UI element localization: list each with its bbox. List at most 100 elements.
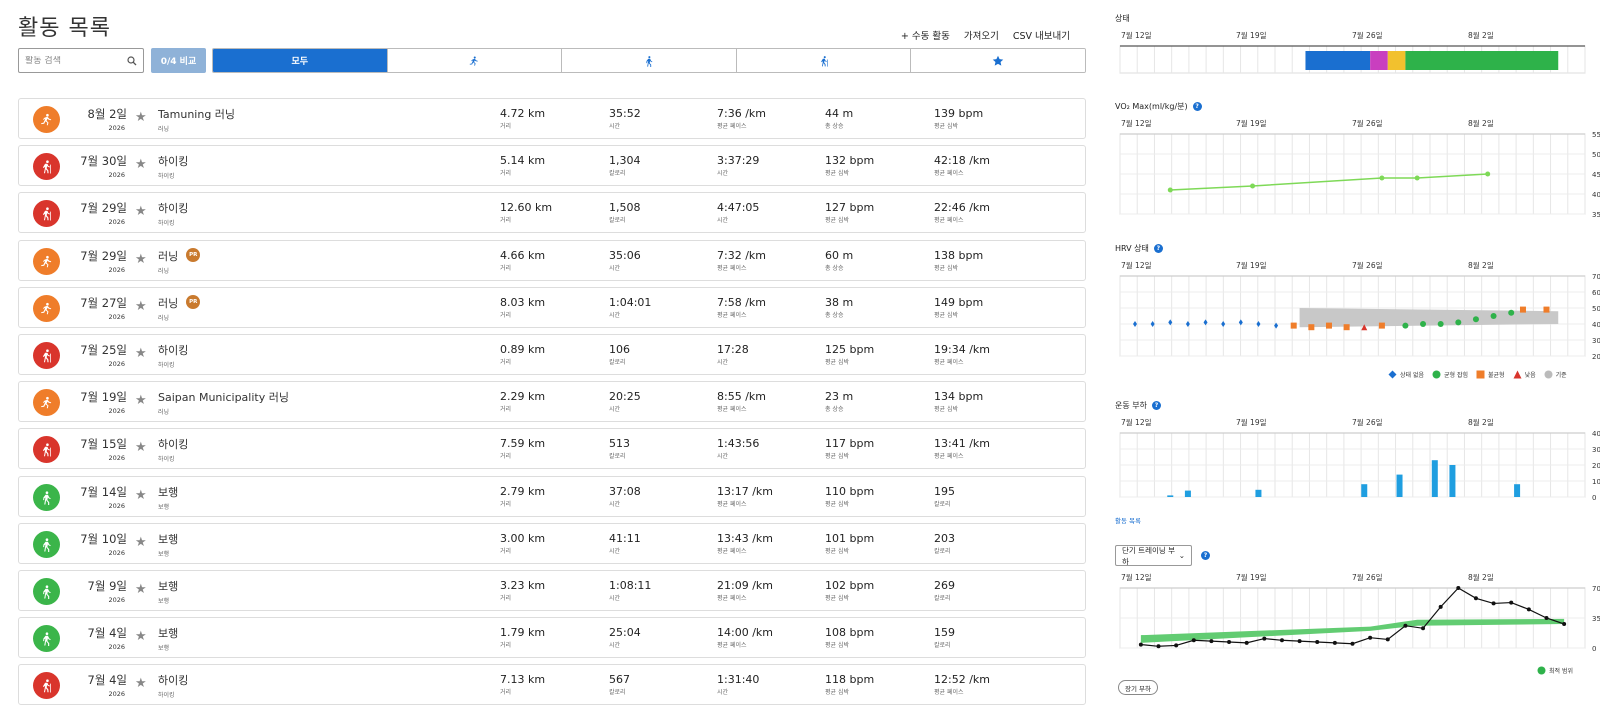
activity-row[interactable]: 7월 15일 2026 ★ 하이킹 하이킹 7.59 km 거리 513 칼로리 1:43:56 시…: [18, 428, 1086, 470]
metric-label: 평균 심박: [934, 311, 958, 319]
activity-name[interactable]: 하이킹: [158, 342, 188, 358]
activity-row[interactable]: 7월 25일 2026 ★ 하이킹 하이킹 0.89 km 거리 106 칼로리 17:28 시간 1…: [18, 333, 1086, 375]
tab-walking[interactable]: [562, 49, 737, 72]
activity-name[interactable]: 보행: [158, 484, 178, 500]
activity-name[interactable]: Saipan Municipality 러닝: [158, 389, 289, 405]
walking-activity-icon: [33, 577, 60, 605]
activity-row[interactable]: 7월 30일 2026 ★ 하이킹 하이킹 5.14 km 거리 1,304 칼로리 3:37:2…: [18, 145, 1086, 187]
acute-load-dropdown[interactable]: 단기 트레이닝 부하 ⌄: [1115, 545, 1192, 566]
activity-list-link[interactable]: 활동 목록: [1115, 515, 1141, 525]
favorite-star-icon[interactable]: ★: [135, 253, 147, 266]
metric: 35:06 시간: [609, 249, 641, 272]
acute-load-point: [1544, 616, 1549, 620]
tab-running[interactable]: [387, 49, 563, 72]
activity-row[interactable]: 7월 27일 2026 ★ 러닝 PR 러닝 8.03 km 거리 1:04:01 시간 7:58 …: [18, 286, 1086, 328]
favorite-star-icon[interactable]: ★: [135, 583, 147, 596]
activity-name[interactable]: 러닝 PR: [158, 247, 201, 264]
activity-type-label: 러닝: [158, 126, 170, 133]
help-icon[interactable]: ?: [1151, 401, 1161, 410]
metric-label: 평균 심박: [825, 594, 849, 602]
activity-name[interactable]: 러닝 PR: [158, 294, 201, 311]
metric-label: 거리: [500, 500, 512, 508]
favorite-star-icon[interactable]: ★: [135, 394, 147, 407]
running-activity-icon: [33, 247, 60, 275]
activity-row[interactable]: 7월 4일 2026 ★ 보행 보행 1.79 km 거리 25:04 시간 14:00 /km 평…: [18, 617, 1086, 659]
activity-name-text: 보행: [158, 485, 179, 499]
favorite-star-icon[interactable]: ★: [135, 205, 147, 218]
metric-value: 1:31:40: [717, 673, 760, 687]
activity-row[interactable]: 7월 29일 2026 ★ 하이킹 하이킹 12.60 km 거리 1,508 칼로리 4:47:…: [18, 192, 1086, 234]
compare-button[interactable]: 0/4 비교: [151, 48, 206, 73]
acute-load-point: [1279, 638, 1284, 643]
activity-name[interactable]: 보행: [158, 625, 178, 641]
activity-year: 2026: [108, 595, 125, 604]
activity-date: 7월 30일: [80, 154, 127, 169]
activity-name[interactable]: 하이킹: [158, 672, 188, 688]
metric-label: 거리: [500, 217, 512, 225]
hrv-unbalanced-marker: [1378, 322, 1385, 329]
activity-name[interactable]: Tamuning 러닝: [158, 106, 235, 122]
activity-row[interactable]: 7월 19일 2026 ★ Saipan Municipality 러닝 러닝 2.29 …: [18, 381, 1086, 423]
import-link[interactable]: 가져오기: [964, 28, 999, 42]
running-icon: [41, 397, 52, 409]
metric: 38 m 총 상승: [825, 296, 853, 319]
activity-row[interactable]: 7월 29일 2026 ★ 러닝 PR 러닝 4.66 km 거리 35:06 시간 7:32 /k…: [18, 239, 1086, 281]
manual-activity-link[interactable]: + 수동 활동: [901, 28, 950, 42]
metric-label: 시간: [717, 358, 729, 366]
tab-all[interactable]: 모두: [213, 49, 388, 72]
tab-star[interactable]: [911, 49, 1085, 72]
metric: 19:34 /km 평균 페이스: [934, 343, 990, 366]
load-bar: [1431, 460, 1438, 497]
y-tick-label: 40: [1592, 191, 1600, 199]
activity-name[interactable]: 보행: [158, 531, 178, 547]
page-title: 활동 목록: [18, 16, 111, 41]
walking-icon: [43, 538, 51, 552]
favorite-star-icon[interactable]: ★: [135, 536, 147, 549]
activity-name[interactable]: 하이킹: [158, 153, 188, 169]
metric: 13:41 /km 평균 페이스: [934, 437, 990, 460]
favorite-star-icon[interactable]: ★: [135, 300, 147, 313]
metric-value: 4:47:05: [717, 201, 760, 215]
acute-load-point: [1138, 642, 1143, 647]
metric: 2.29 km 거리: [500, 390, 545, 413]
help-icon[interactable]: ?: [1192, 102, 1202, 111]
help-icon[interactable]: ?: [1201, 551, 1210, 560]
activity-type-label: 보행: [158, 550, 170, 558]
favorite-star-icon[interactable]: ★: [135, 441, 147, 454]
activity-name[interactable]: 하이킹: [158, 436, 188, 452]
metric-label: 평균 심박: [934, 123, 958, 130]
activity-row[interactable]: 7월 9일 2026 ★ 보행 보행 3.23 km 거리 1:08:11 시간 21:09 /k…: [18, 569, 1086, 611]
metric-label: 평균 페이스: [934, 217, 964, 225]
metric: 7:58 /km 평균 페이스: [717, 296, 766, 319]
favorite-star-icon[interactable]: ★: [135, 347, 147, 360]
acute-load-chart: 7월 12일 7월 19일 7월 26일 8월 2일 700 350 0: [1119, 572, 1600, 653]
metric: 139 bpm 평균 심박: [934, 107, 983, 130]
metric-label: 평균 페이스: [717, 594, 747, 602]
activity-name[interactable]: 하이킹: [158, 200, 188, 216]
acute-load-point: [1156, 644, 1161, 649]
export-csv-link[interactable]: CSV 내보내기: [1013, 28, 1070, 42]
metric-value: 132 bpm: [825, 154, 875, 168]
tab-hiking[interactable]: [736, 49, 912, 72]
activity-row[interactable]: 7월 4일 2026 ★ 하이킹 하이킹 7.13 km 거리 567 칼로리 1:31:40 시간…: [18, 664, 1086, 706]
chronic-load-button[interactable]: 장기 부하: [1118, 680, 1158, 695]
legend-marker: [1513, 370, 1522, 379]
favorite-star-icon[interactable]: ★: [135, 111, 147, 124]
activity-name-text: 하이킹: [158, 438, 189, 452]
activity-name[interactable]: 보행: [158, 578, 178, 594]
activity-row[interactable]: 7월 14일 2026 ★ 보행 보행 2.79 km 거리 37:08 시간 13:17 /km…: [18, 475, 1086, 517]
favorite-star-icon[interactable]: ★: [135, 158, 147, 171]
metric-value: 8:55 /km: [717, 390, 766, 404]
activity-row[interactable]: 8월 2일 2026 ★ Tamuning 러닝 러닝 4.72 km 거리 35:52 시간 7…: [18, 98, 1086, 139]
search-box[interactable]: [18, 48, 144, 73]
search-input[interactable]: [25, 55, 127, 66]
help-icon[interactable]: ?: [1153, 244, 1163, 253]
acute-load-point: [1315, 640, 1320, 644]
favorite-star-icon[interactable]: ★: [135, 630, 147, 643]
metric-label: 거리: [500, 264, 512, 272]
metric: 3:37:29 시간: [717, 154, 759, 177]
favorite-star-icon[interactable]: ★: [135, 489, 147, 502]
hrv-balanced-marker: [1402, 322, 1409, 329]
activity-row[interactable]: 7월 10일 2026 ★ 보행 보행 3.00 km 거리 41:11 시간 13:43 /km…: [18, 522, 1086, 564]
favorite-star-icon[interactable]: ★: [135, 677, 147, 690]
